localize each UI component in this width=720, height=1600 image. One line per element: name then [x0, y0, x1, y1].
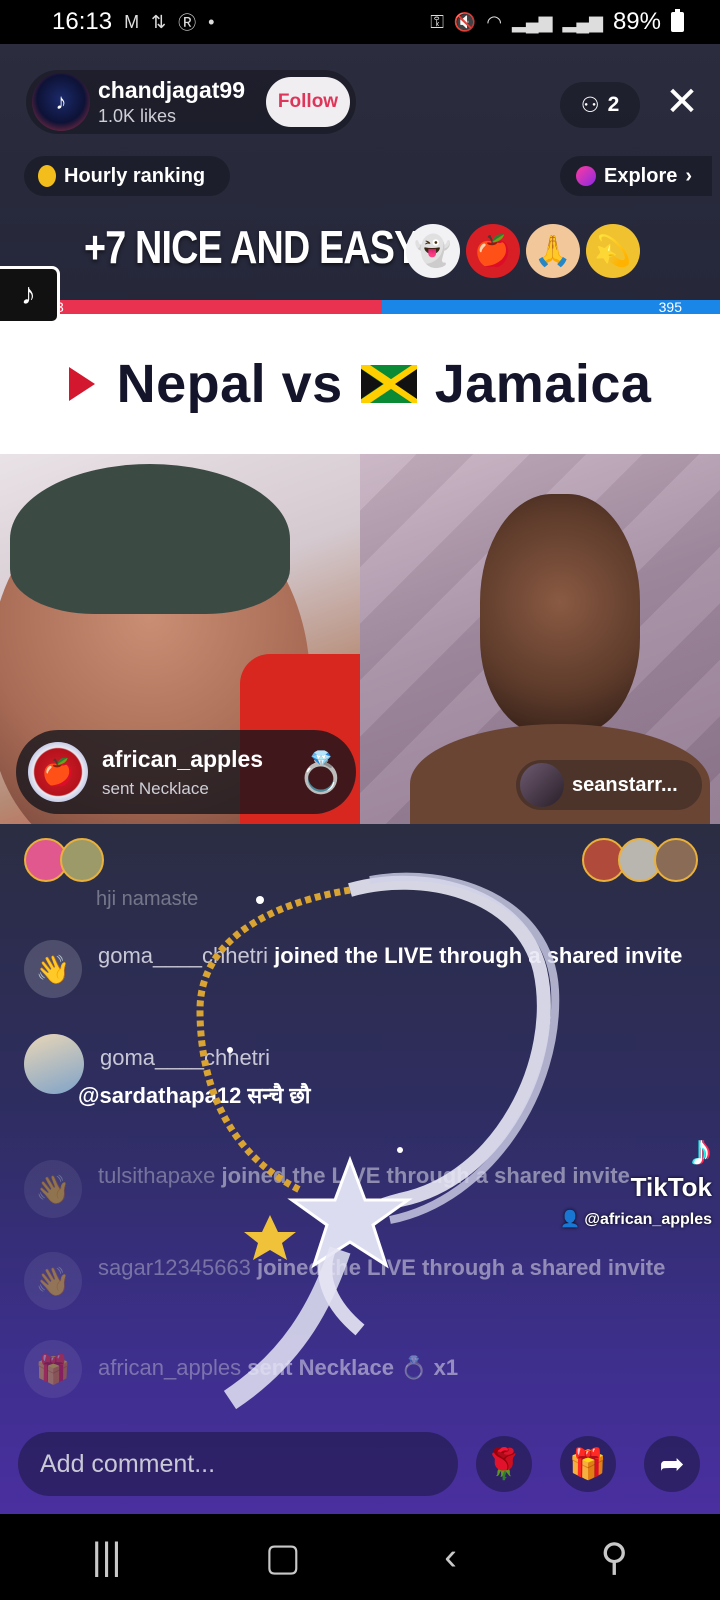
host-likes: 1.0K likes — [98, 106, 177, 126]
chat-username[interactable]: tulsithapaxe — [98, 1163, 215, 1188]
key-icon: ⚿ — [430, 11, 444, 32]
chat-username[interactable]: african_apples — [98, 1355, 241, 1380]
tiktok-watermark: ♪ TikTok 👤 @african_apples — [540, 1126, 712, 1229]
host-name[interactable]: chandjagat99 — [98, 77, 245, 104]
chat-username[interactable]: goma____chhetri — [100, 1042, 311, 1074]
status-time: 16:13 — [52, 8, 113, 35]
gift-action: sent Necklace — [102, 778, 209, 798]
tiktok-logo-icon: ♪ — [0, 266, 60, 324]
apple-icon: 🍎 — [466, 224, 520, 278]
status-dot: • — [208, 11, 215, 32]
viewer-count-pill[interactable]: ⚇ 2 — [560, 82, 640, 128]
watermark-user: 👤 @african_apples — [559, 1211, 712, 1228]
wave-icon: 👋 — [24, 1160, 82, 1218]
recents-icon[interactable]: ||| — [92, 1536, 122, 1579]
chat-message-text: sent Necklace — [247, 1355, 394, 1380]
necklace-icon: 💍 — [296, 750, 346, 795]
hourly-ranking-label: Hourly ranking — [64, 164, 206, 187]
chat-message-text: joined the LIVE through a shared invite — [257, 1255, 666, 1280]
gift-toast: 🍎 african_apples sent Necklace 💍 — [16, 730, 356, 814]
gift-button[interactable]: 🎁 — [560, 1436, 616, 1492]
gift-sender-avatar: 🍎 — [28, 742, 88, 802]
android-nav-bar: ||| ▢ ‹ ⚲ — [0, 1514, 720, 1600]
rose-gift-button[interactable]: 🌹 — [476, 1436, 532, 1492]
chat-username[interactable]: sagar12345663 — [98, 1255, 251, 1280]
coin-icon — [38, 165, 56, 187]
right-score: 395 — [381, 300, 720, 314]
accessibility-icon[interactable]: ⚲ — [600, 1535, 628, 1580]
chat-message[interactable]: 👋 sagar12345663 joined the LIVE through … — [24, 1252, 704, 1310]
wave-icon: 👋 — [24, 940, 82, 998]
live-header: ♪ chandjagat99 1.0K likes Follow ⚇ 2 ✕ H… — [0, 44, 720, 314]
ghost-icon: 👻 — [406, 224, 460, 278]
jamaica-flag-icon — [360, 365, 417, 403]
explore-button[interactable]: Explore › — [560, 156, 712, 196]
left-team-avatars[interactable] — [24, 838, 104, 882]
sync-icon: ⇅ — [151, 11, 167, 32]
battle-score-bar: 3 395 — [0, 300, 720, 314]
tiktok-logo-icon: ♪ — [690, 1126, 712, 1175]
r-icon: Ⓡ — [178, 13, 197, 33]
right-team-avatars[interactable] — [582, 838, 698, 882]
viewer-count: 2 — [607, 93, 620, 116]
host-info-pill[interactable]: ♪ chandjagat99 1.0K likes Follow — [26, 70, 356, 134]
chat-faded-message: hji namaste — [96, 888, 199, 910]
guest-avatar — [520, 763, 564, 807]
chat-message[interactable]: goma____chhetri @sardathapa12 सन्चै छौ — [24, 1034, 704, 1112]
guest-name-tag[interactable]: seanstarr... — [516, 760, 702, 810]
chevron-right-icon: › — [685, 164, 693, 187]
gift-sender-name: african_apples — [102, 745, 264, 772]
headline-left: Nepal vs — [116, 354, 343, 414]
home-icon[interactable]: ▢ — [265, 1535, 301, 1580]
dizzy-star-icon: 💫 — [586, 224, 640, 278]
overlay-emojis: 👻 🍎 🙏 💫 — [406, 224, 640, 278]
hourly-ranking-button[interactable]: Hourly ranking — [24, 156, 230, 196]
status-bar: 16:13 M ⇅ Ⓡ • ⚿ 🔇 ◠ ▂▄▆ ▂▄▆ 89% — [0, 0, 720, 44]
supporter-avatar[interactable] — [60, 838, 104, 882]
follow-button[interactable]: Follow — [266, 77, 350, 127]
chat-message-text: @sardathapa12 सन्चै छौ — [78, 1083, 311, 1108]
overlay-title: +7 NICE AND EASY — [84, 221, 419, 273]
chat-username[interactable]: goma____chhetri — [98, 943, 268, 968]
comment-input[interactable]: Add comment... — [18, 1432, 458, 1496]
avatar[interactable] — [24, 1034, 84, 1094]
watermark-name: TikTok — [630, 1172, 712, 1202]
mute-icon: 🔇 — [453, 11, 477, 32]
chat-message[interactable]: 👋 goma____chhetri joined the LIVE throug… — [24, 940, 704, 998]
host-hair — [10, 464, 290, 614]
nepal-flag-icon — [68, 367, 99, 401]
supporter-avatar[interactable] — [654, 838, 698, 882]
explore-icon — [576, 166, 596, 186]
necklace-icon: 💍 — [400, 1355, 428, 1380]
chat-message[interactable]: 🎁 african_apples sent Necklace 💍 x1 — [24, 1340, 704, 1398]
share-button[interactable]: ➦ — [644, 1436, 700, 1492]
pray-icon: 🙏 — [526, 224, 580, 278]
host-avatar[interactable]: ♪ — [32, 73, 90, 131]
chat-message-text: joined the LIVE through a shared invite — [274, 943, 683, 968]
battery-icon — [671, 9, 684, 32]
wave-icon: 👋 — [24, 1252, 82, 1310]
battery-percent: 89% — [612, 8, 661, 35]
gift-icon: 🎁 — [24, 1340, 82, 1398]
headline-banner: Nepal vs Jamaica — [0, 314, 720, 454]
wifi-icon: ◠ — [486, 11, 503, 32]
explore-label: Explore — [604, 164, 678, 187]
gift-count: x1 — [433, 1355, 459, 1380]
close-icon[interactable]: ✕ — [660, 80, 704, 124]
signal-icon-2: ▂▄▆ — [562, 11, 603, 32]
person-icon: 👤 — [559, 1211, 580, 1228]
signal-icon: ▂▄▆ — [512, 11, 553, 32]
guest-face — [480, 494, 640, 734]
gmail-icon: M — [124, 11, 140, 32]
back-icon[interactable]: ‹ — [444, 1536, 457, 1579]
person-icon: ⚇ — [580, 93, 600, 117]
guest-name: seanstarr... — [572, 773, 678, 796]
headline-right: Jamaica — [434, 354, 652, 414]
